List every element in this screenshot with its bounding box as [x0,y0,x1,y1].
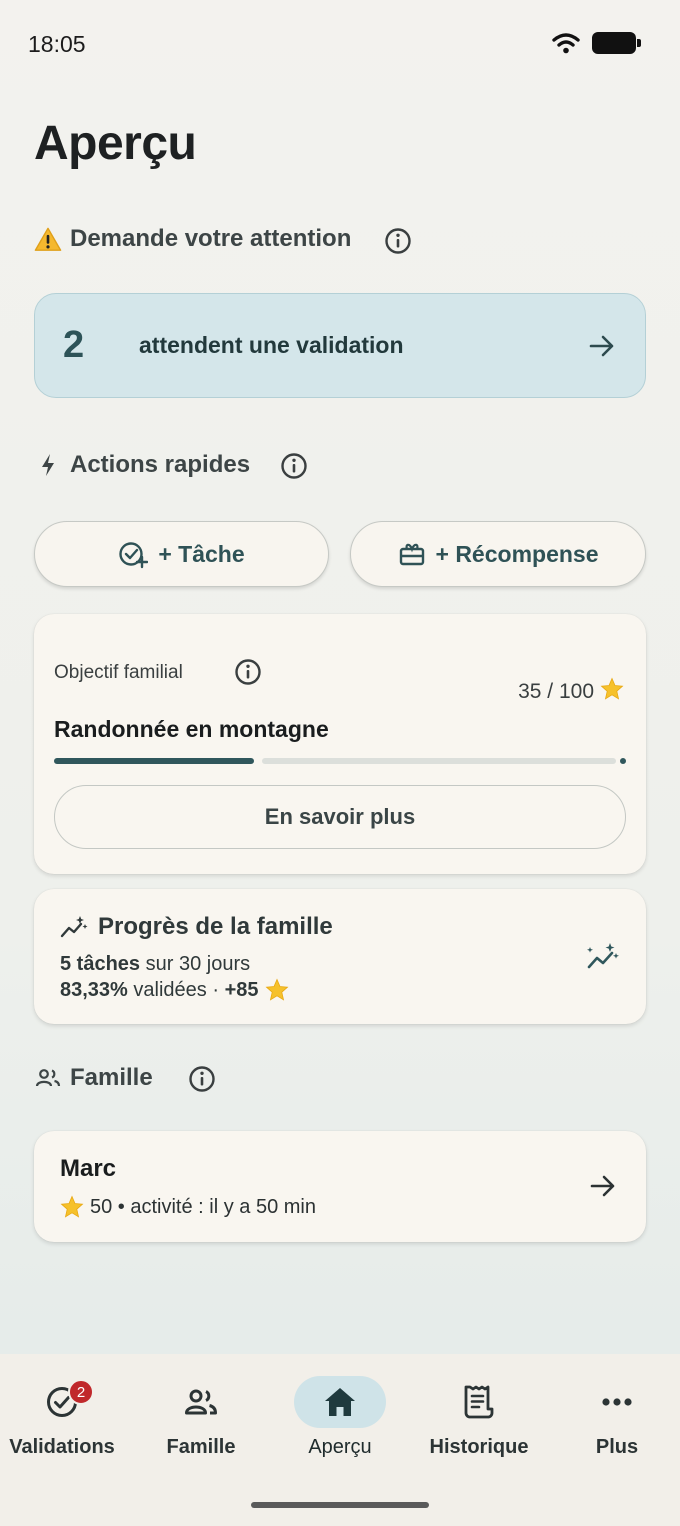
nav-label: Validations [9,1436,115,1458]
status-time: 18:05 [28,31,86,57]
nav-icon-container [571,1376,663,1428]
nav-icon-container [155,1376,247,1428]
home-icon [325,1388,355,1416]
family-progress-title: Progrès de la famille [60,913,333,941]
info-icon[interactable] [280,452,308,480]
points-earned: +85 [224,978,259,1001]
goal-name: Randonnée en montagne [54,716,329,742]
trend-sparkle-icon [587,943,619,969]
status-icons [552,32,641,54]
add-reward-button[interactable]: + Récompense [350,521,646,587]
nav-label: Famille [166,1436,236,1458]
validation-summary: 83,33% validées · +85 [60,978,289,1002]
more-horizontal-icon [602,1398,632,1406]
validations-badge: 2 [68,1379,94,1405]
task-add-icon [119,542,149,569]
pending-validations-card[interactable]: 2 attendent une validation [34,293,646,398]
info-icon[interactable] [188,1065,216,1093]
warning-icon [34,226,62,253]
nav-icon-container [294,1376,386,1428]
star-icon [60,1195,84,1219]
family-progress-title-label: Progrès de la famille [98,913,333,940]
validated-percent: 83,33% [60,978,128,1001]
tasks-summary: 5 tâches sur 30 jours [60,953,250,976]
nav-icon-container [433,1376,525,1428]
wifi-icon [552,33,580,54]
goal-progress-value: 35 / 100 [518,680,594,703]
goal-progress-bar [54,758,626,764]
goal-progress-fill [54,758,254,764]
add-task-label: + Tâche [158,540,245,567]
family-heading-label: Famille [70,1064,153,1091]
nav-label: Historique [429,1436,529,1458]
goal-progress-track [262,758,616,764]
star-icon [265,978,289,1002]
nav-item-famille[interactable]: Famille [133,1376,269,1459]
arrow-right-icon [589,335,614,356]
family-member-card[interactable]: Marc 50 • activité : il y a 50 min [34,1131,646,1242]
tasks-count: 5 tâches [60,953,141,975]
nav-item-validations[interactable]: 2 Validations [0,1376,130,1459]
family-goal-label: Objectif familial [54,662,183,683]
attention-heading-label: Demande votre attention [70,225,352,252]
validated-text: validées · [127,978,225,1001]
nav-item-historique[interactable]: Historique [411,1376,547,1459]
tasks-period: sur 30 jours [140,953,251,975]
arrow-right-icon [590,1175,615,1197]
info-icon[interactable] [384,227,412,255]
status-bar: 18:05 [0,0,680,88]
gift-icon [399,543,424,566]
quick-actions-label: Actions rapides [70,451,251,478]
member-meta-text: 50 • activité : il y a 50 min [90,1195,316,1218]
home-indicator[interactable] [251,1502,429,1508]
family-heading: Famille [34,1064,153,1092]
goal-progress-end-dot [620,758,626,764]
battery-icon [592,32,641,54]
people-icon [34,1068,62,1088]
star-icon [600,677,624,707]
nav-item-apercu[interactable]: Aperçu [272,1376,408,1459]
member-meta: 50 • activité : il y a 50 min [60,1195,316,1219]
lightning-icon [34,453,62,477]
pending-count: 2 [63,324,85,366]
learn-more-button[interactable]: En savoir plus [54,785,626,849]
goal-progress-text: 35 / 100 [518,677,624,707]
add-task-button[interactable]: + Tâche [34,521,329,587]
attention-heading: Demande votre attention [34,225,351,253]
nav-label: Aperçu [308,1436,372,1458]
people-icon [185,1389,217,1415]
family-goal-card: Objectif familial 35 / 100 Randonnée en … [34,614,646,874]
learn-more-label: En savoir plus [264,804,416,829]
info-icon[interactable] [234,658,262,686]
quick-actions-heading: Actions rapides [34,451,250,479]
trend-sparkle-icon [60,916,88,938]
page-title: Aperçu [34,117,197,170]
nav-item-plus[interactable]: Plus [549,1376,680,1459]
add-reward-label: + Récompense [435,540,599,567]
nav-icon-container: 2 [16,1376,108,1428]
nav-label: Plus [595,1436,639,1458]
pending-label: attendent une validation [139,332,404,358]
receipt-icon [464,1385,494,1419]
member-name: Marc [60,1155,117,1182]
family-progress-card[interactable]: Progrès de la famille 5 tâches sur 30 jo… [34,889,646,1024]
bottom-navigation: 2 Validations Famille Aperçu Historique … [0,1354,680,1526]
